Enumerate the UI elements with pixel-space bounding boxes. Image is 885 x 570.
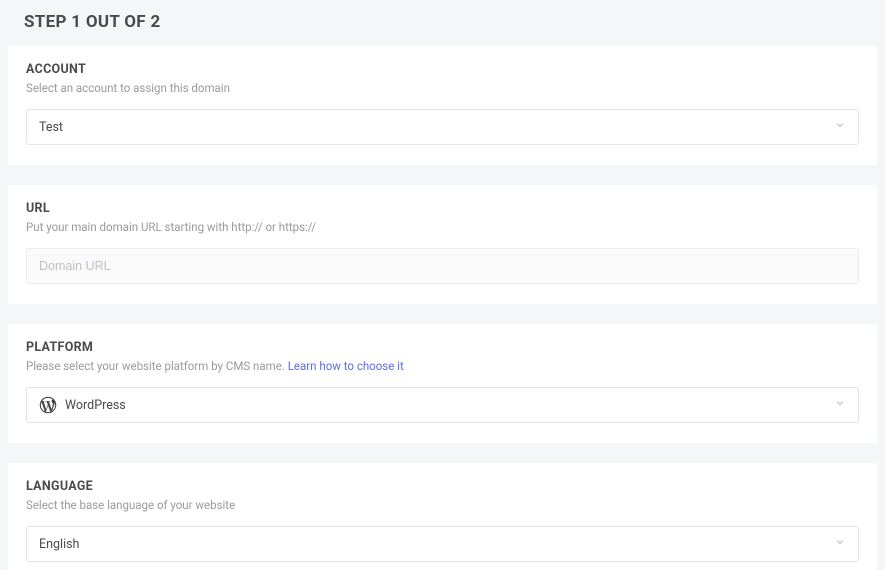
url-title: URL xyxy=(26,201,859,216)
account-card: ACCOUNT Select an account to assign this… xyxy=(8,46,877,165)
chevron-down-icon xyxy=(834,397,846,413)
language-title: LANGUAGE xyxy=(26,479,859,494)
account-select-value: Test xyxy=(39,120,834,135)
url-input[interactable] xyxy=(39,259,846,273)
platform-select[interactable]: WordPress xyxy=(26,387,859,423)
account-select[interactable]: Test xyxy=(26,109,859,145)
language-select[interactable]: English xyxy=(26,526,859,562)
language-desc: Select the base language of your website xyxy=(26,498,859,512)
language-card: LANGUAGE Select the base language of you… xyxy=(8,463,877,570)
platform-learn-link[interactable]: Learn how to choose it xyxy=(288,359,404,373)
platform-desc-text: Please select your website platform by C… xyxy=(26,359,288,373)
chevron-down-icon xyxy=(834,536,846,552)
platform-desc: Please select your website platform by C… xyxy=(26,359,859,373)
account-desc: Select an account to assign this domain xyxy=(26,81,859,95)
platform-select-value: WordPress xyxy=(65,398,834,413)
chevron-down-icon xyxy=(834,119,846,135)
url-desc: Put your main domain URL starting with h… xyxy=(26,220,859,234)
url-input-wrap xyxy=(26,248,859,284)
platform-card: PLATFORM Please select your website plat… xyxy=(8,324,877,443)
platform-title: PLATFORM xyxy=(26,340,859,355)
page-title: STEP 1 OUT OF 2 xyxy=(0,0,885,46)
language-select-value: English xyxy=(39,537,834,552)
account-title: ACCOUNT xyxy=(26,62,859,77)
url-card: URL Put your main domain URL starting wi… xyxy=(8,185,877,304)
wordpress-icon xyxy=(39,396,57,414)
